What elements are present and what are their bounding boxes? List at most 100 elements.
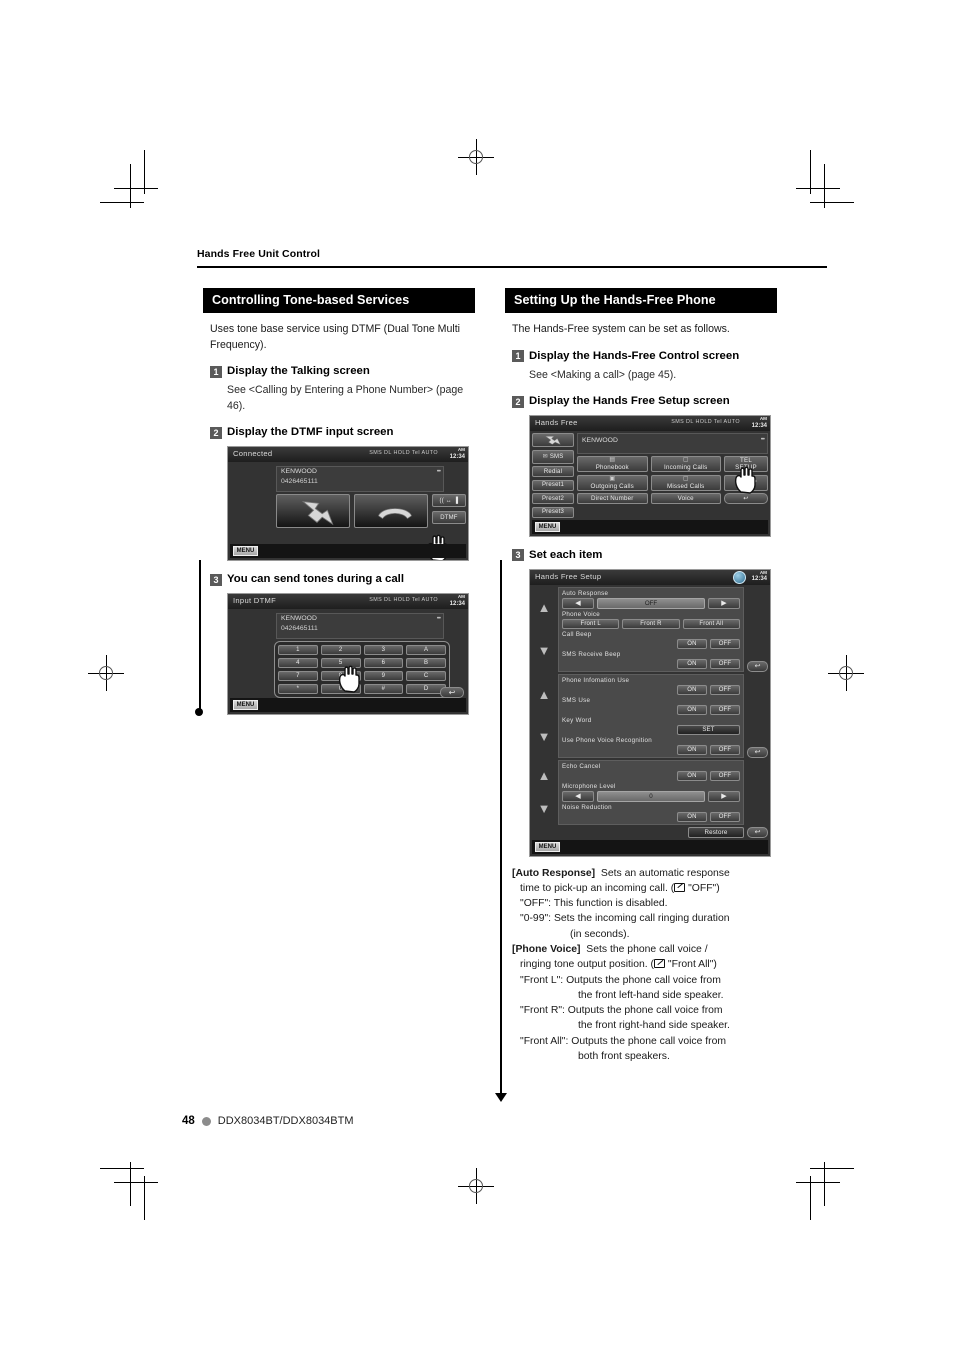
- increment-button[interactable]: ▶: [708, 790, 740, 802]
- scroll-down-icon[interactable]: ▼: [538, 644, 551, 657]
- key-c[interactable]: C: [406, 671, 446, 681]
- phone-info-off-button[interactable]: OFF: [710, 684, 740, 695]
- scroll-down-icon[interactable]: ▼: [538, 802, 551, 815]
- key-8[interactable]: 8: [320, 671, 361, 681]
- menu-button[interactable]: MENU: [233, 700, 258, 710]
- front-r-button[interactable]: Front R: [622, 618, 680, 629]
- key-b[interactable]: B: [406, 658, 446, 668]
- back-button[interactable]: ↩: [724, 493, 768, 504]
- control-side-rail: ✉ SMS Redial Preset1 Preset2 Preset3: [532, 433, 574, 518]
- key-star[interactable]: *: [278, 684, 318, 694]
- keypad-row: 1 2 3 A: [278, 645, 446, 655]
- echo-cancel-on-button[interactable]: ON: [677, 770, 707, 781]
- key-0[interactable]: 0: [320, 684, 361, 694]
- key-9[interactable]: 9: [363, 671, 404, 681]
- front-all-button[interactable]: Front All: [682, 618, 740, 629]
- hangup-call-button[interactable]: [353, 494, 428, 528]
- voice-recognition-on-button[interactable]: ON: [677, 744, 707, 755]
- keypad-row: 4 5 6 B: [278, 658, 446, 668]
- crop-mark-bottom-right: [794, 1160, 854, 1220]
- auto-response-spinner: ◀ OFF ▶: [562, 597, 740, 609]
- call-beep-on-button[interactable]: ON: [677, 638, 707, 649]
- missed-calls-button[interactable]: ▢ Missed Calls: [650, 474, 721, 491]
- menu-button[interactable]: MENU: [535, 841, 560, 852]
- crop-mark-top-right: [794, 150, 854, 210]
- noise-reduction-on-button[interactable]: ON: [677, 811, 707, 822]
- scroll-up-icon[interactable]: ▲: [538, 769, 551, 782]
- voice-button[interactable]: Voice: [650, 493, 721, 504]
- front-l-button[interactable]: Front L: [562, 618, 620, 629]
- preset3-button[interactable]: Preset3: [532, 506, 574, 518]
- control-column-2: ▢ Incoming Calls ▢ Missed Calls Voice: [650, 456, 721, 504]
- key-6[interactable]: 6: [363, 658, 404, 668]
- device-title-bar: Connected SMS DL HOLD Tel AUTO AM 12:34: [228, 447, 468, 462]
- incoming-calls-button[interactable]: ▢ Incoming Calls: [650, 456, 721, 472]
- setup-button[interactable]: SETUP: [724, 474, 768, 491]
- decrement-button[interactable]: ◀: [562, 597, 594, 609]
- key-4[interactable]: 4: [278, 658, 318, 668]
- handset-off-hook-icon: [301, 501, 334, 526]
- phone-info-on-button[interactable]: ON: [677, 684, 707, 695]
- outgoing-calls-button[interactable]: ▣ Outgoing Calls: [577, 474, 648, 491]
- auto-response-default: time to pick-up an incoming call. ( "OFF…: [512, 881, 780, 896]
- key-3[interactable]: 3: [363, 645, 404, 655]
- back-button[interactable]: ↩: [747, 660, 768, 672]
- menu-button[interactable]: MENU: [233, 546, 258, 556]
- preset1-button[interactable]: Preset1: [532, 479, 574, 491]
- scroll-up-icon[interactable]: ▲: [538, 688, 551, 701]
- key-7[interactable]: 7: [278, 671, 318, 681]
- phonebook-button[interactable]: ▤ Phonebook: [577, 456, 648, 472]
- sms-beep-off-button[interactable]: OFF: [710, 658, 740, 669]
- call-beep-off-button[interactable]: OFF: [710, 638, 740, 649]
- sms-use-off-button[interactable]: OFF: [710, 704, 740, 715]
- handsfree-control-screen-figure: Hands Free SMS DL HOLD Tel AUTO AM 12:34: [529, 415, 771, 537]
- key-1[interactable]: 1: [278, 645, 318, 655]
- step-number-badge: 2: [512, 395, 524, 408]
- key-word-set-button[interactable]: SET: [677, 724, 740, 735]
- direct-number-button[interactable]: Direct Number: [577, 493, 648, 504]
- phone-button[interactable]: [532, 433, 574, 447]
- answer-call-button[interactable]: [276, 494, 350, 528]
- audio-transfer-button[interactable]: (( ↔ ▐: [431, 494, 466, 507]
- call-beep-options: ON OFF: [562, 638, 740, 649]
- sms-use-on-button[interactable]: ON: [677, 704, 707, 715]
- back-button[interactable]: ↩: [440, 687, 464, 698]
- step-1-right-reference: See <Making a call> (page 45).: [529, 368, 677, 381]
- tel-setup-label-line1: TEL: [740, 456, 752, 464]
- increment-button[interactable]: ▶: [708, 597, 740, 609]
- missed-calls-label: Missed Calls: [667, 482, 705, 490]
- sms-beep-on-button[interactable]: ON: [677, 658, 707, 669]
- noise-reduction-off-button[interactable]: OFF: [710, 811, 740, 822]
- status-indicators: SMS DL HOLD Tel AUTO: [369, 450, 438, 456]
- voice-recognition-off-button[interactable]: OFF: [710, 744, 740, 755]
- tel-setup-button[interactable]: TEL SETUP: [724, 456, 768, 472]
- decrement-button[interactable]: ◀: [562, 790, 594, 802]
- menu-button[interactable]: MENU: [535, 521, 560, 532]
- preset2-button[interactable]: Preset2: [532, 493, 574, 504]
- scroll-up-icon[interactable]: ▲: [538, 601, 551, 614]
- auto-response-row: Auto Response ◀ OFF ▶: [562, 590, 740, 609]
- screen-title: Hands Free Setup: [535, 571, 602, 581]
- sms-label: SMS: [549, 453, 564, 460]
- dtmf-button[interactable]: DTMF: [431, 511, 466, 524]
- auto-response-range-desc: "0-99": Sets the incoming call ringing d…: [520, 913, 730, 925]
- incoming-arrow-icon: ▢: [682, 457, 689, 463]
- key-word-label: Key Word: [562, 716, 592, 724]
- sms-button[interactable]: ✉ SMS: [532, 449, 574, 464]
- key-2[interactable]: 2: [320, 645, 361, 655]
- back-button[interactable]: ↩: [747, 826, 768, 838]
- device-body: KENWOOD 0426465111 ••• 1 2 3 A 4 5 6 B 7…: [228, 609, 468, 714]
- missed-arrow-icon: ▢: [682, 475, 689, 482]
- key-hash[interactable]: #: [363, 684, 404, 694]
- key-a[interactable]: A: [406, 645, 446, 655]
- redial-button[interactable]: Redial: [532, 466, 574, 477]
- back-button[interactable]: ↩: [747, 746, 768, 758]
- screen-title: Hands Free: [535, 418, 578, 427]
- signal-dots-icon: •••: [436, 616, 441, 622]
- scroll-down-icon[interactable]: ▼: [538, 730, 551, 743]
- key-5[interactable]: 5: [320, 658, 361, 668]
- clock-ampm: AM: [457, 594, 465, 599]
- echo-cancel-off-button[interactable]: OFF: [710, 770, 740, 781]
- section-heading-tone-services: Controlling Tone-based Services: [203, 288, 475, 313]
- restore-button[interactable]: Restore: [688, 826, 744, 838]
